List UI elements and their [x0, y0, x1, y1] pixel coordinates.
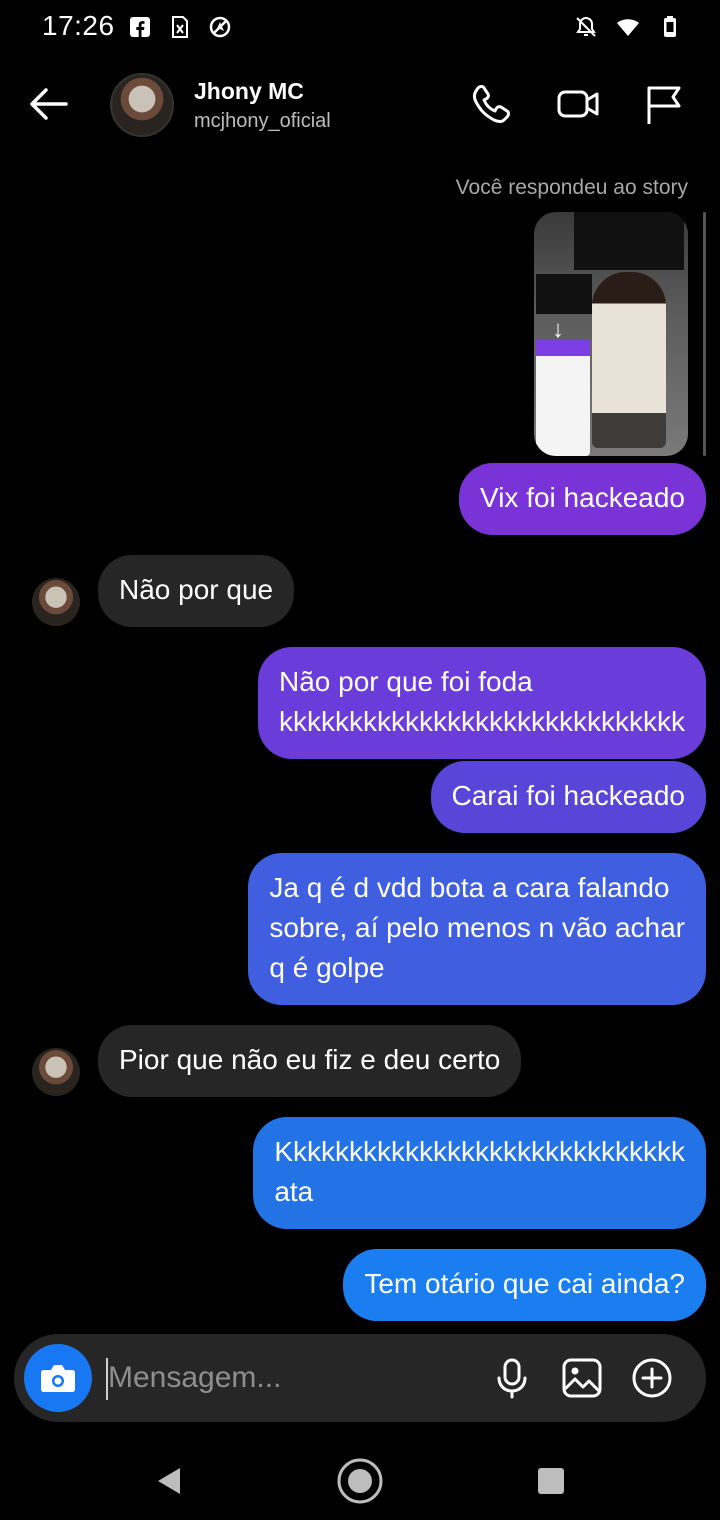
- message-text-line: ata: [274, 1176, 314, 1207]
- message-text: Pior que não eu fiz e deu certo: [119, 1044, 501, 1075]
- report-flag-icon[interactable]: [642, 82, 686, 126]
- message-bubble-incoming[interactable]: Não por que: [98, 555, 295, 627]
- message-bubble-outgoing[interactable]: Ja q é d vdd bota a cara falando sobre, …: [248, 853, 706, 1005]
- location-off-notification-icon: [209, 16, 231, 38]
- message-text: Tem otário que cai ainda?: [364, 1268, 685, 1299]
- battery-icon: [664, 16, 676, 37]
- sender-avatar[interactable]: [32, 1048, 80, 1096]
- camera-button[interactable]: [24, 1344, 92, 1412]
- scrollbar[interactable]: [703, 212, 706, 456]
- nav-recents-icon[interactable]: [526, 1456, 576, 1506]
- contact-handle[interactable]: mcjhony_oficial: [194, 110, 331, 133]
- navigation-bar: [0, 1436, 720, 1520]
- message-text: Vix foi hackeado: [480, 482, 685, 513]
- story-person-photo: [592, 272, 666, 448]
- wifi-icon: [617, 19, 639, 36]
- sender-avatar[interactable]: [32, 578, 80, 626]
- story-phone-screenshot: [536, 340, 590, 456]
- mute-bell-icon: [576, 16, 596, 37]
- chat-header: Jhony MC mcjhony_oficial: [0, 60, 720, 150]
- message-text: Não por que: [119, 574, 274, 605]
- status-time: 17:26: [42, 10, 115, 41]
- back-arrow-icon[interactable]: [24, 84, 72, 124]
- message-text-line: sobre, aí pelo menos n vão achar: [269, 912, 685, 943]
- message-bubble-incoming[interactable]: Pior que não eu fiz e deu certo: [98, 1025, 522, 1097]
- nav-back-icon[interactable]: [144, 1456, 194, 1506]
- story-thumbnail[interactable]: ↓: [534, 212, 688, 456]
- message-text-line: q é golpe: [269, 952, 385, 983]
- message-text: Carai foi hackeado: [451, 780, 685, 811]
- microphone-icon[interactable]: [490, 1356, 534, 1400]
- story-reply-label: Você respondeu ao story: [455, 176, 688, 199]
- message-bubble-outgoing[interactable]: Kkkkkkkkkkkkkkkkkkkkkkkkkkkkk ata: [253, 1117, 706, 1229]
- notification-icons: [128, 14, 232, 40]
- message-text-line: Kkkkkkkkkkkkkkkkkkkkkkkkkkkkk: [274, 1136, 685, 1167]
- message-bubble-outgoing[interactable]: Tem otário que cai ainda?: [343, 1249, 706, 1321]
- message-composer: [14, 1334, 706, 1422]
- message-text-line: kkkkkkkkkkkkkkkkkkkkkkkkkkkkk: [279, 706, 685, 737]
- message-text-line: Não por que foi foda: [279, 666, 533, 697]
- status-bar: 17:26: [0, 0, 720, 56]
- sim-card-notification-icon: [172, 16, 188, 38]
- story-text-overlay-2: [536, 274, 592, 314]
- contact-avatar[interactable]: [110, 73, 174, 137]
- nav-home-icon[interactable]: [335, 1456, 385, 1506]
- message-bubble-outgoing[interactable]: Carai foi hackeado: [430, 761, 706, 833]
- facebook-notification-icon: [130, 17, 150, 37]
- message-input[interactable]: [106, 1350, 468, 1406]
- message-bubble-outgoing[interactable]: Não por que foi foda kkkkkkkkkkkkkkkkkkk…: [258, 647, 706, 759]
- gallery-icon[interactable]: [560, 1356, 604, 1400]
- phone-call-icon[interactable]: [470, 82, 514, 126]
- message-bubble-outgoing[interactable]: Vix foi hackeado: [459, 463, 706, 535]
- video-call-icon[interactable]: [556, 82, 600, 126]
- system-status-icons: [574, 14, 682, 40]
- add-plus-icon[interactable]: [630, 1356, 674, 1400]
- camera-icon: [41, 1365, 75, 1392]
- message-text-line: Ja q é d vdd bota a cara falando: [269, 872, 670, 903]
- contact-name[interactable]: Jhony MC: [194, 78, 304, 105]
- story-text-overlay: [574, 212, 684, 270]
